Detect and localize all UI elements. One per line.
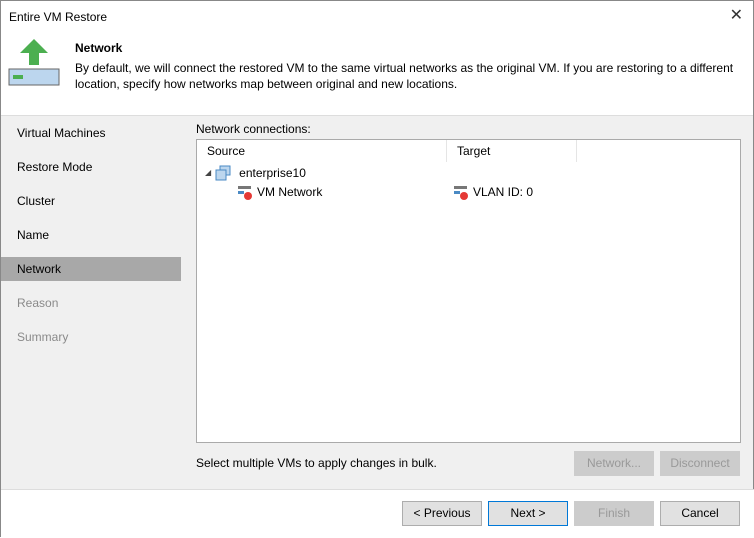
disconnect-button[interactable]: Disconnect xyxy=(660,451,740,476)
footer: < Previous Next > Finish Cancel xyxy=(1,489,754,538)
wizard-steps: Virtual Machines Restore Mode Cluster Na… xyxy=(1,115,181,489)
source-network: VM Network xyxy=(257,185,323,199)
previous-button[interactable]: < Previous xyxy=(402,501,482,526)
step-cluster[interactable]: Cluster xyxy=(1,189,181,213)
column-target[interactable]: Target xyxy=(447,140,577,162)
next-button[interactable]: Next > xyxy=(488,501,568,526)
network-error-icon xyxy=(238,186,252,200)
close-icon[interactable]: ✕ xyxy=(730,5,743,25)
page-description: By default, we will connect the restored… xyxy=(75,61,734,91)
network-error-icon xyxy=(454,186,468,200)
table-row-target[interactable]: VLAN ID: 0 xyxy=(453,183,533,201)
step-summary: Summary xyxy=(17,330,69,344)
bulk-hint: Select multiple VMs to apply changes in … xyxy=(196,456,437,470)
finish-button[interactable]: Finish xyxy=(574,501,654,526)
vm-name: enterprise10 xyxy=(239,166,306,180)
cancel-button[interactable]: Cancel xyxy=(660,501,740,526)
step-restore-mode[interactable]: Restore Mode xyxy=(1,155,181,179)
step-name[interactable]: Name xyxy=(1,223,181,247)
network-connections-table[interactable]: Source Target ◢ enterprise10 VM Network … xyxy=(196,139,741,443)
step-reason: Reason xyxy=(17,296,59,310)
expand-triangle-icon[interactable]: ◢ xyxy=(205,164,211,182)
network-button[interactable]: Network... xyxy=(574,451,654,476)
target-network: VLAN ID: 0 xyxy=(473,185,534,199)
window-title: Entire VM Restore xyxy=(9,10,108,24)
page-title: Network xyxy=(75,41,123,55)
dialog-window: Entire VM Restore ✕ Network By default, … xyxy=(0,0,754,538)
step-virtual-machines[interactable]: Virtual Machines xyxy=(1,121,181,145)
step-network[interactable]: Network xyxy=(1,257,181,281)
column-source[interactable]: Source xyxy=(197,140,447,162)
table-row[interactable]: VM Network xyxy=(237,183,322,201)
restore-up-arrow-icon xyxy=(8,39,60,86)
network-connections-label: Network connections: xyxy=(196,122,311,136)
vm-group-icon xyxy=(215,165,231,181)
vm-row[interactable]: ◢ enterprise10 xyxy=(205,164,306,182)
